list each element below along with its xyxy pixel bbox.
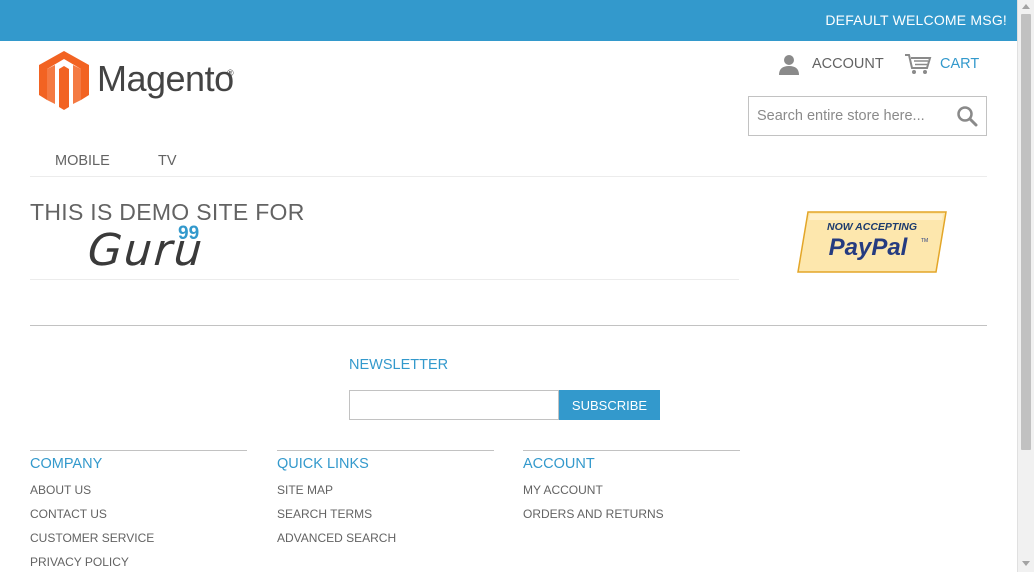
footer-link-advanced-search[interactable]: ADVANCED SEARCH [277,531,494,555]
footer-column-quick-links: QUICK LINKS SITE MAP SEARCH TERMS ADVANC… [277,450,494,555]
footer-link-about-us[interactable]: ABOUT US [30,483,247,507]
demo-banner: THIS IS DEMO SITE FOR Guru 99 [30,195,739,280]
footer-column-title: ACCOUNT [523,456,595,472]
footer-link-search-terms[interactable]: SEARCH TERMS [277,507,494,531]
account-user-icon [779,55,799,75]
footer-link-privacy-policy[interactable]: PRIVACY POLICY [30,555,247,572]
newsletter-email-input[interactable] [349,390,559,420]
demo-site-title: THIS IS DEMO SITE FOR [30,199,305,225]
subscribe-button[interactable]: SUBSCRIBE [559,390,660,420]
logo-wordmark: Magento [97,58,234,99]
footer-link-contact-us[interactable]: CONTACT US [30,507,247,531]
footer-link-orders-and-returns[interactable]: ORDERS AND RETURNS [523,507,740,531]
footer-link-my-account[interactable]: MY ACCOUNT [523,483,740,507]
scrollbar-thumb[interactable] [1021,14,1031,450]
cart-link[interactable]: CART [904,52,979,76]
newsletter-title: NEWSLETTER [349,357,449,373]
cart-label: CART [940,56,980,72]
nav-item-mobile[interactable]: MOBILE [55,153,110,169]
scroll-down-arrow-icon[interactable] [1022,561,1030,566]
paypal-wordmark: PayPal [829,234,909,261]
footer-column-company: COMPANY ABOUT US CONTACT US CUSTOMER SER… [30,450,247,572]
footer-link-customer-service[interactable]: CUSTOMER SERVICE [30,531,247,555]
top-header-bar: DEFAULT WELCOME MSG! [0,0,1017,41]
paypal-now-accepting-text: NOW ACCEPTING [827,221,917,233]
footer-column-account: ACCOUNT MY ACCOUNT ORDERS AND RETURNS [523,450,740,531]
paypal-badge-icon: NOW ACCEPTING PayPal TM [797,211,947,273]
account-label: ACCOUNT [812,56,884,72]
shopping-cart-icon [905,54,932,74]
page-scrollbar[interactable] [1017,0,1034,572]
paypal-trademark: TM [921,238,928,244]
footer-column-title: QUICK LINKS [277,456,369,472]
welcome-message: DEFAULT WELCOME MSG! [825,12,1007,28]
search-input[interactable] [749,97,949,135]
main-navigation: MOBILE TV [30,140,987,177]
scroll-up-arrow-icon[interactable] [1022,4,1030,9]
account-link[interactable]: ACCOUNT [778,52,884,76]
search-icon[interactable] [956,105,978,127]
guru99-superscript: 99 [178,223,200,244]
search-form [748,96,987,136]
logo-registered-mark: ® [227,68,234,78]
content-divider [30,325,987,326]
footer-column-title: COMPANY [30,456,103,472]
nav-item-tv[interactable]: TV [158,153,177,169]
footer-link-site-map[interactable]: SITE MAP [277,483,494,507]
